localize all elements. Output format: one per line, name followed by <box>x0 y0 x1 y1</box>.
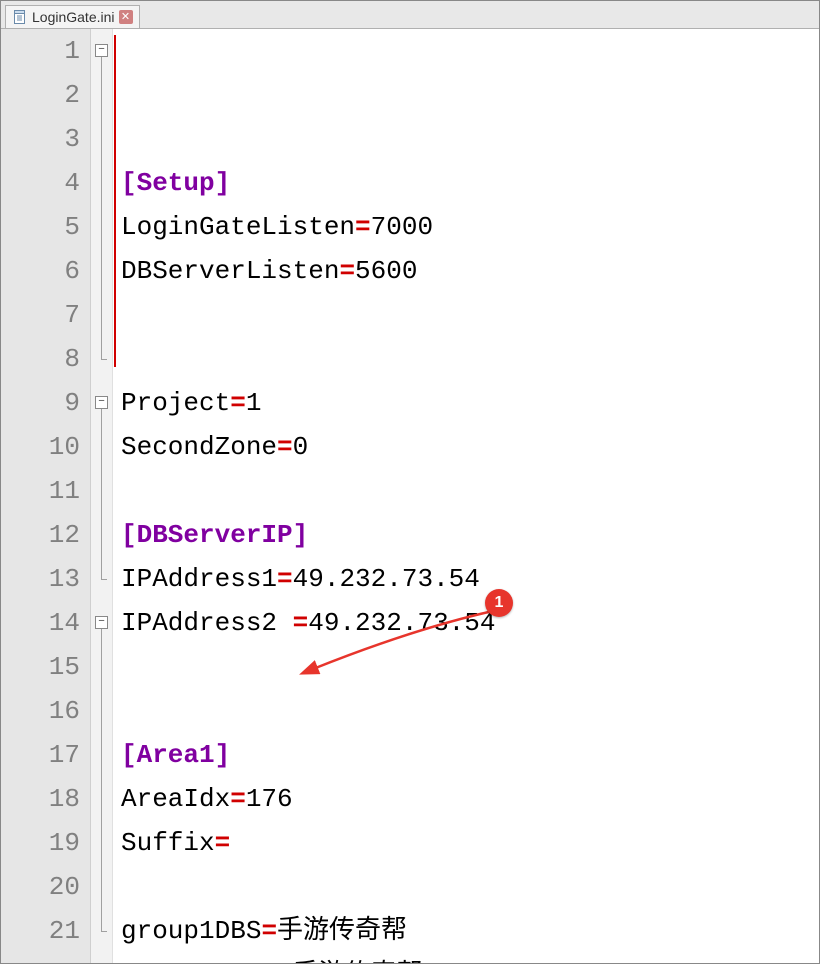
code-line[interactable]: IPAddress1=49.232.73.54 <box>121 557 819 601</box>
fold-guide <box>101 629 102 931</box>
code-line[interactable] <box>121 337 819 381</box>
code-editor[interactable]: 123456789101112131415161718192021 −−− 1 … <box>1 29 819 963</box>
file-icon <box>12 9 28 25</box>
code-line[interactable] <box>121 293 819 337</box>
ini-token: 0 <box>293 432 309 462</box>
code-line[interactable]: Suffix= <box>121 821 819 865</box>
ini-token: Project <box>121 388 230 418</box>
ini-token: 49.232.73.54 <box>293 564 480 594</box>
ini-token: AreaIdx <box>121 784 230 814</box>
fold-end-tick <box>101 579 107 580</box>
line-number: 14 <box>1 601 80 645</box>
file-tab[interactable]: LoginGate.ini ✕ <box>5 5 140 28</box>
line-number: 15 <box>1 645 80 689</box>
fold-end-tick <box>101 931 107 932</box>
line-number: 6 <box>1 249 80 293</box>
line-number: 19 <box>1 821 80 865</box>
fold-end-tick <box>101 359 107 360</box>
fold-toggle-icon[interactable]: − <box>95 616 108 629</box>
line-number: 21 <box>1 909 80 953</box>
code-line[interactable]: SecondZone=0 <box>121 425 819 469</box>
code-line[interactable]: [Setup] <box>121 161 819 205</box>
ini-token: 5600 <box>355 256 417 286</box>
fold-toggle-icon[interactable]: − <box>95 44 108 57</box>
equals-sign: = <box>230 784 246 814</box>
line-number: 20 <box>1 865 80 909</box>
line-number-gutter: 123456789101112131415161718192021 <box>1 29 91 963</box>
ini-token: group1name <box>121 960 277 963</box>
code-line[interactable]: Project=1 <box>121 381 819 425</box>
equals-sign: = <box>277 960 293 963</box>
code-line[interactable] <box>121 689 819 733</box>
fold-guide <box>101 409 102 579</box>
code-line[interactable] <box>121 469 819 513</box>
fold-column: − − − <box>91 29 113 963</box>
ini-token: 手游传奇帮 <box>277 916 407 946</box>
code-line[interactable]: [DBServerIP] <box>121 513 819 557</box>
equals-sign: = <box>215 828 231 858</box>
line-number: 5 <box>1 205 80 249</box>
ini-section: [Area1] <box>121 740 230 770</box>
line-number: 7 <box>1 293 80 337</box>
ini-token: DBServerListen <box>121 256 339 286</box>
tab-bar: LoginGate.ini ✕ <box>1 1 819 29</box>
ini-token: IPAddress2 <box>121 608 293 638</box>
file-tab-label: LoginGate.ini <box>32 9 115 25</box>
line-number: 12 <box>1 513 80 557</box>
code-line[interactable]: DBServerListen=5600 <box>121 249 819 293</box>
code-line[interactable]: group1DBS=手游传奇帮 <box>121 909 819 953</box>
fold-toggle-icon[interactable]: − <box>95 396 108 409</box>
line-number: 9 <box>1 381 80 425</box>
code-line[interactable]: IPAddress2 =49.232.73.54 <box>121 601 819 645</box>
ini-token: 49.232.73.54 <box>308 608 495 638</box>
equals-sign: = <box>277 564 293 594</box>
equals-sign: = <box>277 432 293 462</box>
line-number: 4 <box>1 161 80 205</box>
equals-sign: = <box>355 212 371 242</box>
ini-token: 7000 <box>371 212 433 242</box>
ini-token: 176 <box>246 784 293 814</box>
code-line[interactable]: AreaIdx=176 <box>121 777 819 821</box>
code-area[interactable]: 1 [Setup]LoginGateListen=7000DBServerLis… <box>113 29 819 963</box>
line-number: 1 <box>1 29 80 73</box>
line-number: 18 <box>1 777 80 821</box>
section-marker <box>114 35 116 367</box>
line-number: 11 <box>1 469 80 513</box>
code-line[interactable] <box>121 865 819 909</box>
ini-section: [DBServerIP] <box>121 520 308 550</box>
close-icon[interactable]: ✕ <box>119 10 133 24</box>
line-number: 17 <box>1 733 80 777</box>
ini-token: SecondZone <box>121 432 277 462</box>
ini-token: 手游传奇帮 <box>293 960 423 963</box>
equals-sign: = <box>293 608 309 638</box>
line-number: 13 <box>1 557 80 601</box>
equals-sign: = <box>339 256 355 286</box>
line-number: 3 <box>1 117 80 161</box>
code-line[interactable]: group1name=手游传奇帮 <box>121 953 819 963</box>
line-number: 8 <box>1 337 80 381</box>
ini-token: IPAddress1 <box>121 564 277 594</box>
code-line[interactable] <box>121 645 819 689</box>
ini-token: Suffix <box>121 828 215 858</box>
ini-token: 1 <box>246 388 262 418</box>
code-line[interactable]: [Area1] <box>121 733 819 777</box>
ini-token: group1DBS <box>121 916 261 946</box>
ini-token: LoginGateListen <box>121 212 355 242</box>
equals-sign: = <box>261 916 277 946</box>
code-line[interactable]: LoginGateListen=7000 <box>121 205 819 249</box>
ini-section: [Setup] <box>121 168 230 198</box>
fold-guide <box>101 57 102 359</box>
line-number: 10 <box>1 425 80 469</box>
equals-sign: = <box>230 388 246 418</box>
line-number: 2 <box>1 73 80 117</box>
line-number: 16 <box>1 689 80 733</box>
